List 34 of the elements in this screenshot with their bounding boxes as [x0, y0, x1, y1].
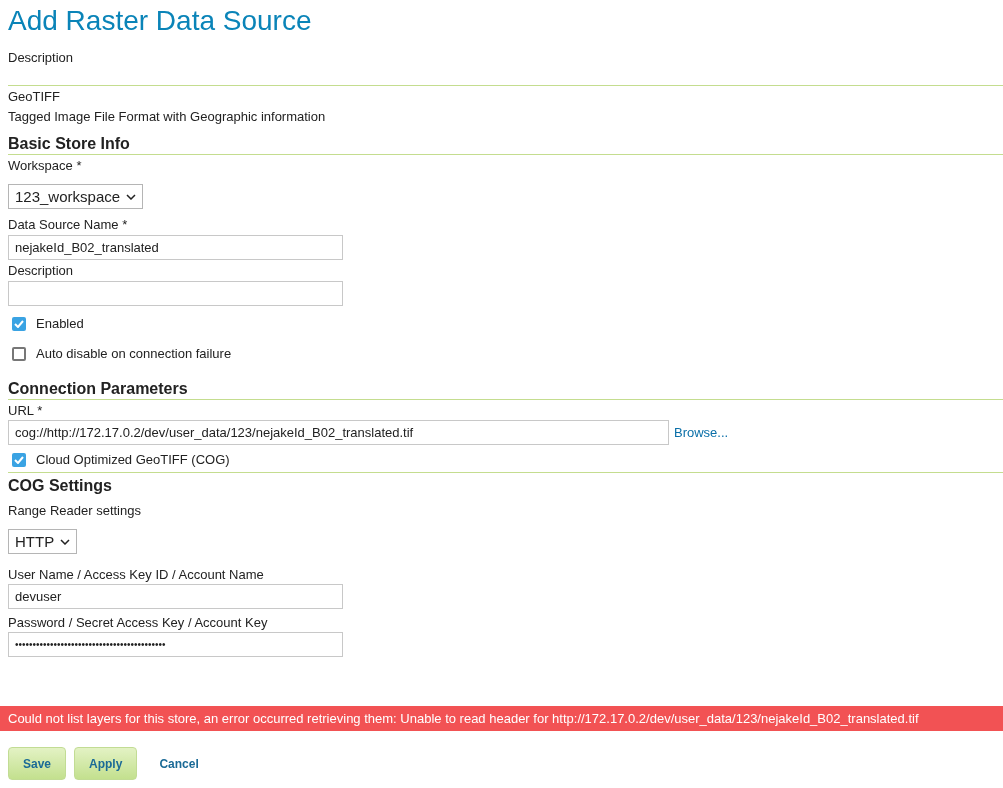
error-message: Could not list layers for this store, an error occurred retrieving them: Unable to read header for http://172.17.0.2/dev/user_data/123/nejakeId_B02_translated.tif [0, 706, 1003, 731]
field-label: Range Reader settings [8, 502, 142, 520]
range-reader-select[interactable]: HTTP [8, 529, 77, 554]
chevron-down-icon [126, 193, 136, 200]
field-label: URL * [8, 402, 44, 420]
field-label: User Name / Access Key ID / Account Name [8, 566, 265, 584]
input-field[interactable]: nejakeId_B02_translated [8, 235, 343, 260]
field-label: Password / Secret Access Key / Account Key [8, 614, 269, 632]
section-label: Description [8, 49, 75, 67]
section-heading: Connection Parameters [8, 379, 189, 399]
field-label: Workspace * [8, 157, 83, 175]
input-field[interactable] [8, 281, 343, 306]
checkbox[interactable] [12, 346, 26, 361]
section-heading: Basic Store Info [8, 134, 131, 154]
url-field[interactable]: cog://http://172.17.0.2/dev/user_data/123/nejakeId_B02_translated.tif [8, 420, 669, 445]
checkbox-label: Enabled [36, 316, 84, 331]
field-label: Data Source Name * [8, 216, 129, 234]
checkbox[interactable] [12, 316, 26, 331]
action-button[interactable]: Save [8, 747, 67, 780]
workspace-select[interactable]: 123_workspace [8, 184, 143, 209]
checkbox[interactable] [12, 452, 26, 467]
action-button[interactable]: Apply [74, 747, 138, 780]
source-type-description: Tagged Image File Format with Geographic information [8, 108, 327, 126]
checkbox-label: Auto disable on connection failure [36, 346, 232, 361]
cancel-link[interactable]: Cancel [145, 747, 213, 780]
chevron-down-icon [60, 538, 70, 545]
password-field[interactable]: ••••••••••••••••••••••••••••••••••••••••••• [8, 632, 343, 657]
checkbox-label: Cloud Optimized GeoTIFF (COG) [36, 452, 230, 467]
browse-link[interactable]: Browse... [674, 425, 729, 440]
source-type-name: GeoTIFF [8, 88, 61, 106]
input-field[interactable]: devuser [8, 584, 343, 609]
page-title: Add Raster Data Source [8, 4, 313, 38]
section-heading: COG Settings [8, 476, 113, 496]
field-label: Description [8, 262, 75, 280]
